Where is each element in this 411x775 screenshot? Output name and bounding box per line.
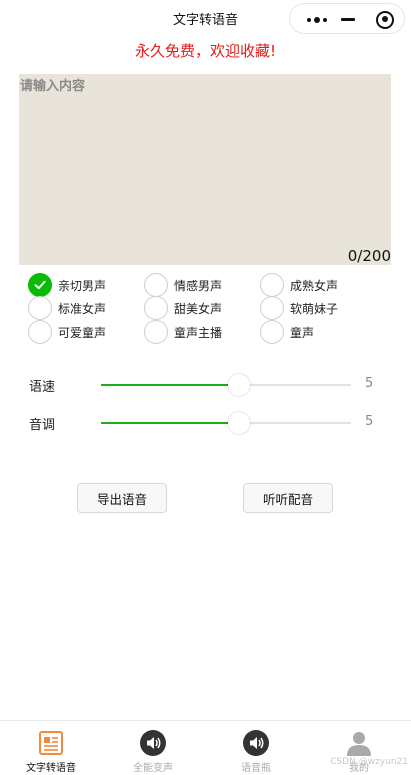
tab-label: 文字转语音 xyxy=(26,763,76,774)
voice-label: 标准女声 xyxy=(58,301,107,316)
tab-label: 全能变声 xyxy=(133,763,173,774)
radio-icon[interactable] xyxy=(144,320,168,344)
free-banner: 永久免费，欢迎收藏! xyxy=(134,42,276,60)
pitch-slider-fill xyxy=(101,422,239,424)
voice-label: 可爱童声 xyxy=(58,325,107,340)
voice-option[interactable]: 标准女声 xyxy=(28,295,106,321)
speed-slider-thumb[interactable] xyxy=(227,374,250,396)
speed-slider-fill xyxy=(101,384,239,386)
pitch-label: 音调 xyxy=(29,418,56,433)
radio-icon[interactable] xyxy=(28,296,52,320)
pitch-slider-thumb[interactable] xyxy=(227,412,250,434)
radio-icon[interactable] xyxy=(260,320,284,344)
radio-icon[interactable] xyxy=(144,273,168,297)
radio-icon[interactable] xyxy=(28,320,52,344)
tab-label: 语音瓶 xyxy=(241,763,271,774)
nav-bar: 文字转语音 xyxy=(0,0,411,36)
voice-option[interactable]: 童声主播 xyxy=(144,319,222,345)
speaker-icon xyxy=(140,730,166,756)
user-icon xyxy=(347,732,371,756)
tab-text-to-speech[interactable]: 文字转语音 xyxy=(0,721,102,775)
voice-option[interactable]: 可爱童声 xyxy=(28,319,106,345)
minimize-button[interactable] xyxy=(329,4,367,35)
voice-label: 软萌妹子 xyxy=(290,301,339,316)
speed-value: 5 xyxy=(365,376,374,391)
pitch-slider-row: 音调 5 xyxy=(29,411,379,435)
document-icon xyxy=(39,731,63,755)
minus-icon xyxy=(341,18,355,21)
listen-button[interactable]: 听听配音 xyxy=(243,483,333,513)
voice-label: 亲切男声 xyxy=(58,278,107,293)
voice-option[interactable]: 童声 xyxy=(260,319,314,345)
voice-label: 童声 xyxy=(290,325,315,340)
capsule-menu xyxy=(289,3,405,34)
watermark: CSDN @wzyun21 xyxy=(330,757,408,767)
voice-option[interactable]: 甜美女声 xyxy=(144,295,222,321)
speed-slider-row: 语速 5 xyxy=(29,373,379,397)
speed-slider[interactable] xyxy=(101,374,351,396)
close-miniprogram-button[interactable] xyxy=(366,4,404,35)
text-input-placeholder: 请输入内容 xyxy=(20,79,86,94)
more-dots-icon xyxy=(307,16,327,23)
tab-voice-bottle[interactable]: 语音瓶 xyxy=(205,721,307,775)
tab-voice-changer[interactable]: 全能变声 xyxy=(102,721,204,775)
char-counter: 0/200 xyxy=(347,247,391,265)
voice-label: 童声主播 xyxy=(174,325,223,340)
voice-label: 情感男声 xyxy=(174,278,223,293)
export-audio-button[interactable]: 导出语音 xyxy=(77,483,167,513)
pitch-value: 5 xyxy=(365,414,374,429)
voice-label: 成熟女声 xyxy=(290,278,339,293)
radio-icon[interactable] xyxy=(260,273,284,297)
pitch-slider[interactable] xyxy=(101,412,351,434)
speaker-icon xyxy=(243,730,269,756)
radio-icon[interactable] xyxy=(144,296,168,320)
text-input[interactable]: 请输入内容 0/200 xyxy=(19,74,391,265)
speed-label: 语速 xyxy=(29,380,56,395)
voice-label: 甜美女声 xyxy=(174,301,223,316)
radio-checked-icon[interactable] xyxy=(28,273,52,297)
radio-icon[interactable] xyxy=(260,296,284,320)
voice-option[interactable]: 软萌妹子 xyxy=(260,295,338,321)
target-icon xyxy=(376,10,394,29)
